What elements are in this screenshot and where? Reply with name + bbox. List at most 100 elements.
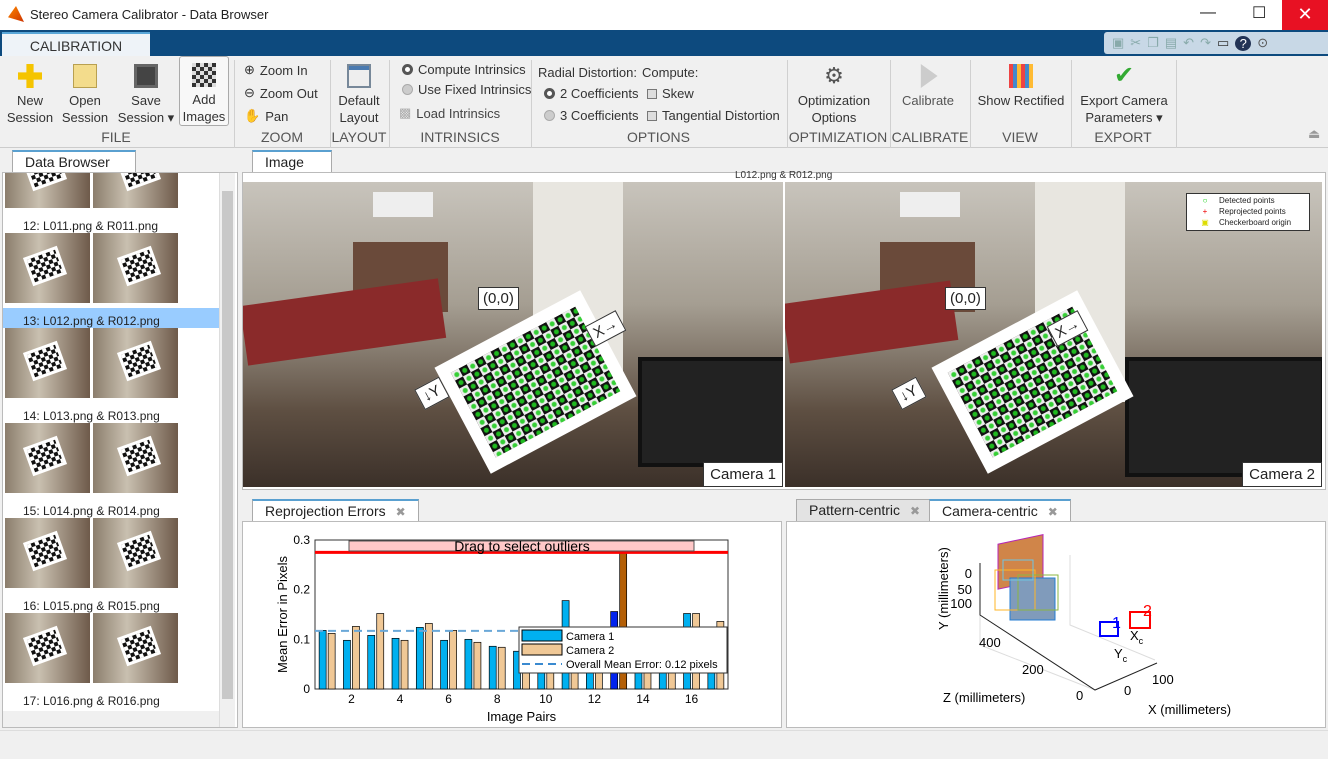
tab-data-browser[interactable]: Data Browser <box>12 150 136 172</box>
label: Compute Intrinsics <box>418 62 526 77</box>
paste-icon[interactable]: ▤ <box>1165 35 1177 51</box>
camera2-label: 2 <box>1143 603 1152 620</box>
left-thumbnail <box>5 423 90 493</box>
tab-camera-centric[interactable]: Camera-centric ✖ <box>929 499 1071 521</box>
list-item[interactable]: 12: L011.png & R011.png <box>3 173 221 233</box>
fixed-intrinsics-radio[interactable]: Use Fixed Intrinsics <box>402 82 531 97</box>
pan-button[interactable]: ✋ Pan <box>244 108 288 124</box>
list-item-label: 16: L015.png & R015.png <box>23 599 160 613</box>
checkmark-icon: ✔ <box>1113 62 1135 89</box>
compute-intrinsics-radio[interactable]: Compute Intrinsics <box>402 62 526 77</box>
zoom-in-button[interactable]: ⊕ Zoom In <box>244 62 308 78</box>
label: Skew <box>662 86 694 101</box>
add-images-icon <box>192 63 216 87</box>
bar-camera1 <box>488 645 497 690</box>
section-file: FILE <box>101 129 131 145</box>
redo-icon[interactable]: ↷ <box>1200 35 1211 51</box>
list-item[interactable]: 15: L014.png & R014.png <box>3 423 221 518</box>
three-coefficients-radio[interactable]: 3 Coefficients <box>544 108 639 123</box>
bar-camera2 <box>424 623 433 690</box>
list-item[interactable]: 17: L016.png & R016.png <box>3 613 221 708</box>
label: Calibrate <box>901 93 955 108</box>
list-item[interactable]: 16: L015.png & R015.png <box>3 518 221 613</box>
load-intrinsics-button[interactable]: ▩ Load Intrinsics <box>399 105 500 121</box>
tab-pattern-centric[interactable]: Pattern-centric ✖ <box>796 499 934 521</box>
window-icon[interactable]: ▭ <box>1217 35 1229 51</box>
status-bar <box>0 730 1328 759</box>
left-thumbnail <box>5 518 90 588</box>
gear-icon: ⚙ <box>824 63 844 88</box>
list-item-label: 12: L011.png & R011.png <box>23 219 158 233</box>
z-tick: 0 <box>1076 688 1083 703</box>
save-session-button[interactable]: Save Session ▾ <box>116 56 176 126</box>
export-camera-parameters-button[interactable]: ✔ Export Camera Parameters ▾ <box>1076 56 1172 126</box>
label: Add Images <box>182 92 226 124</box>
bar-camera1 <box>343 639 351 690</box>
bar-camera2 <box>497 646 506 690</box>
cut-icon[interactable]: ✂ <box>1130 35 1141 51</box>
label: Show Rectified <box>977 93 1065 108</box>
list-item[interactable]: 14: L013.png & R013.png <box>3 328 221 423</box>
scrollbar-thumb[interactable] <box>222 191 233 699</box>
copy-icon[interactable]: ❐ <box>1147 35 1159 51</box>
play-icon <box>920 64 938 88</box>
section-intrinsics: INTRINSICS <box>420 129 500 145</box>
list-item[interactable]: 13: L012.png & R012.png <box>3 233 221 328</box>
options-icon[interactable]: ⊙ <box>1257 35 1268 51</box>
tab-calibration[interactable]: CALIBRATION <box>2 32 150 58</box>
zoom-out-button[interactable]: ⊖ Zoom Out <box>244 85 318 101</box>
open-session-button[interactable]: Open Session <box>60 56 110 126</box>
reprojection-chart[interactable]: Drag to select outliers 0 0.1 0.2 0.3 2 4 6 8 10 1… <box>242 522 780 728</box>
right-thumbnail <box>93 613 178 683</box>
tab-image[interactable]: Image <box>252 150 332 172</box>
label: Default Layout <box>338 93 380 125</box>
close-tab-icon[interactable]: ✖ <box>396 505 406 519</box>
legend-swatch-camera1 <box>521 629 563 642</box>
camera1-image[interactable]: (0,0) X→ ↓Y Camera 1 <box>243 182 783 487</box>
vertical-scrollbar[interactable] <box>219 173 235 727</box>
zoom-out-icon: ⊖ <box>244 85 255 100</box>
legend-camera2: Camera 2 <box>566 645 614 657</box>
z-tick: 400 <box>979 635 1001 650</box>
new-session-button[interactable]: New Session <box>6 56 54 126</box>
radial-distortion-label: Radial Distortion: Compute: <box>538 65 698 80</box>
y-tick: 100 <box>950 596 972 611</box>
label: Reprojection Errors <box>265 503 386 519</box>
left-thumbnail <box>5 613 90 683</box>
calibrate-button[interactable]: Calibrate <box>896 56 960 109</box>
horizontal-scrollbar[interactable] <box>3 711 219 727</box>
save-icon[interactable]: ▣ <box>1112 35 1124 51</box>
help-icon[interactable]: ? <box>1235 35 1252 51</box>
bar-camera2 <box>400 639 409 690</box>
list-item-label: 14: L013.png & R013.png <box>23 409 160 423</box>
camera2-label: Camera 2 <box>1242 462 1322 487</box>
collapse-toolstrip-icon[interactable]: ⏏ <box>1308 126 1320 142</box>
close-tab-icon[interactable]: ✖ <box>910 504 920 518</box>
extrinsics-3d-plot[interactable]: 1 2 Xc Yc 0 50 100 400 200 0 0 100 Z (mi… <box>900 530 1260 728</box>
y-axis-label: Mean Error in Pixels <box>275 555 290 673</box>
optimization-options-button[interactable]: ⚙ Optimization Options <box>792 56 876 126</box>
section-layout: LAYOUT <box>331 129 387 145</box>
origin-label: (0,0) <box>478 287 519 310</box>
skew-checkbox[interactable]: Skew <box>647 86 694 101</box>
camera2-image[interactable]: (0,0) X→ ↓Y Camera 2 ○ Detected points + R… <box>785 182 1322 487</box>
default-layout-button[interactable]: Default Layout <box>334 56 384 126</box>
legend-swatch-camera2 <box>521 643 563 656</box>
radio-icon <box>402 84 413 95</box>
tangential-checkbox[interactable]: Tangential Distortion <box>647 108 780 123</box>
minimize-button[interactable]: — <box>1200 4 1216 22</box>
legend-detected: Detected points <box>1219 196 1275 205</box>
maximize-button[interactable]: ☐ <box>1252 3 1266 23</box>
close-button[interactable]: ✕ <box>1282 0 1328 30</box>
show-rectified-button[interactable]: Show Rectified <box>976 56 1066 109</box>
add-images-button[interactable]: Add Images <box>179 56 229 126</box>
quick-access-toolbar: ▣ ✂ ❐ ▤ ↶ ↷ ▭? ⊙ <box>1104 32 1328 54</box>
tab-reprojection-errors[interactable]: Reprojection Errors ✖ <box>252 499 419 521</box>
list-item-label: 13: L012.png & R012.png <box>23 314 160 328</box>
camera1-label: 1 <box>1112 615 1121 632</box>
radio-icon <box>544 110 555 121</box>
close-tab-icon[interactable]: ✖ <box>1048 505 1058 519</box>
two-coefficients-radio[interactable]: 2 Coefficients <box>544 86 639 101</box>
undo-icon[interactable]: ↶ <box>1183 35 1194 51</box>
x-tick-label: 14 <box>636 692 650 706</box>
